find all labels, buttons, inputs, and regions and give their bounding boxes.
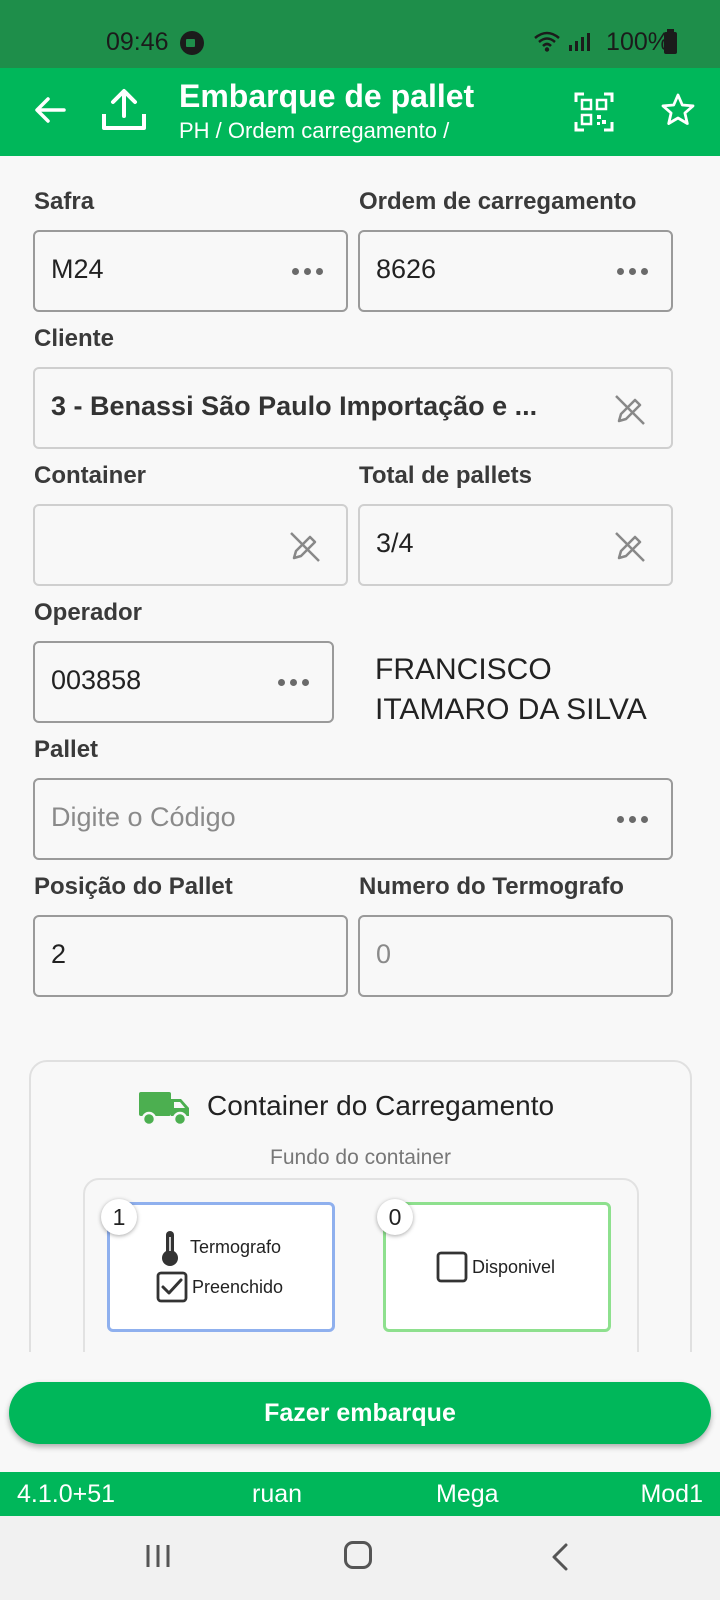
signal-icon bbox=[569, 33, 590, 51]
ordem-label: Ordem de carregamento bbox=[359, 188, 637, 215]
module-name: Mod1 bbox=[640, 1480, 703, 1508]
container-label: Container bbox=[34, 462, 147, 489]
wifi-icon bbox=[534, 31, 560, 52]
back-icon[interactable] bbox=[548, 1542, 572, 1572]
recent-apps-icon[interactable] bbox=[144, 1542, 172, 1570]
cliente-value: 3 - Benassi São Paulo Importação e ... bbox=[51, 391, 538, 421]
operador-field[interactable]: 003858 bbox=[33, 641, 334, 723]
breadcrumb: PH / Ordem carregamento / bbox=[179, 118, 450, 143]
battery-percent: 100% bbox=[606, 28, 670, 56]
back-arrow-icon[interactable] bbox=[30, 90, 70, 130]
termografo-input[interactable]: 0 bbox=[358, 915, 673, 997]
operador-value: 003858 bbox=[51, 665, 142, 695]
container-card: Container do Carregamento Fundo do conta… bbox=[29, 1060, 692, 1398]
container-field bbox=[33, 504, 348, 586]
info-footer: 4.1.0+51 ruan Mega Mod1 bbox=[0, 1472, 720, 1516]
battery-icon bbox=[664, 29, 677, 54]
fazer-embarque-button[interactable]: Fazer embarque bbox=[9, 1382, 711, 1444]
operator-name-line1: FRANCISCO bbox=[375, 653, 552, 686]
termografo-placeholder: 0 bbox=[376, 939, 392, 969]
more-options-icon[interactable] bbox=[617, 268, 649, 276]
edit-off-icon bbox=[615, 532, 645, 562]
operador-label: Operador bbox=[34, 599, 143, 626]
app-bar: Embarque de pallet PH / Ordem carregamen… bbox=[0, 68, 720, 156]
thermometer-icon bbox=[162, 1231, 178, 1266]
star-icon[interactable] bbox=[660, 92, 696, 128]
checkbox-empty-icon bbox=[436, 1251, 468, 1283]
edit-off-icon bbox=[615, 395, 645, 425]
home-icon[interactable] bbox=[344, 1541, 372, 1569]
slot-line2: Preenchido bbox=[192, 1277, 284, 1297]
container-slot[interactable]: 0 Disponivel bbox=[377, 1199, 611, 1332]
posicao-input[interactable]: 2 bbox=[33, 915, 348, 997]
safra-label: Safra bbox=[34, 188, 95, 215]
user-name: ruan bbox=[252, 1480, 303, 1508]
pallet-label: Pallet bbox=[34, 736, 99, 763]
total-pallets-field: 3/4 bbox=[358, 504, 673, 586]
cliente-field: 3 - Benassi São Paulo Importação e ... bbox=[33, 367, 673, 449]
termografo-label: Numero do Termografo bbox=[359, 873, 624, 900]
edit-off-icon bbox=[290, 532, 320, 562]
checkbox-checked-icon bbox=[156, 1271, 188, 1303]
operator-name-line2: ITAMARO DA SILVA bbox=[375, 693, 647, 726]
total-pallets-value: 3/4 bbox=[376, 528, 414, 558]
more-options-icon[interactable] bbox=[278, 679, 310, 687]
upload-icon[interactable] bbox=[100, 86, 148, 134]
pallet-placeholder: Digite o Código bbox=[51, 802, 236, 832]
slot-number-badge: 1 bbox=[101, 1199, 137, 1235]
system-nav-bar bbox=[0, 1516, 720, 1600]
card-subtitle: Fundo do container bbox=[270, 1146, 451, 1169]
pallet-input[interactable]: Digite o Código bbox=[33, 778, 673, 860]
truck-icon bbox=[139, 1092, 189, 1127]
page-title: Embarque de pallet bbox=[179, 78, 475, 114]
more-options-icon[interactable] bbox=[292, 268, 324, 276]
posicao-label: Posição do Pallet bbox=[34, 873, 233, 900]
safra-value: M24 bbox=[51, 254, 104, 284]
ordem-value: 8626 bbox=[376, 254, 437, 284]
status-bar: 09:46 100% bbox=[0, 0, 720, 68]
slot-line1: Disponivel bbox=[472, 1257, 556, 1277]
container-slot[interactable]: 1 Termografo Preenchido bbox=[101, 1199, 335, 1332]
posicao-value: 2 bbox=[51, 939, 67, 969]
total-pallets-label: Total de pallets bbox=[359, 462, 532, 489]
cliente-label: Cliente bbox=[34, 325, 115, 352]
slot-number-badge: 0 bbox=[377, 1199, 413, 1235]
qr-code-icon[interactable] bbox=[574, 92, 614, 132]
app-version: 4.1.0+51 bbox=[17, 1480, 116, 1508]
card-title: Container do Carregamento bbox=[207, 1090, 555, 1121]
ordem-field[interactable]: 8626 bbox=[358, 230, 673, 312]
more-options-icon[interactable] bbox=[617, 816, 649, 824]
video-camera-icon bbox=[180, 31, 204, 55]
operator-name: FRANCISCO ITAMARO DA SILVA bbox=[375, 650, 647, 730]
company-name: Mega bbox=[436, 1480, 499, 1508]
slot-line1: Termografo bbox=[190, 1237, 282, 1257]
safra-field[interactable]: M24 bbox=[33, 230, 348, 312]
clock: 09:46 bbox=[106, 28, 169, 56]
